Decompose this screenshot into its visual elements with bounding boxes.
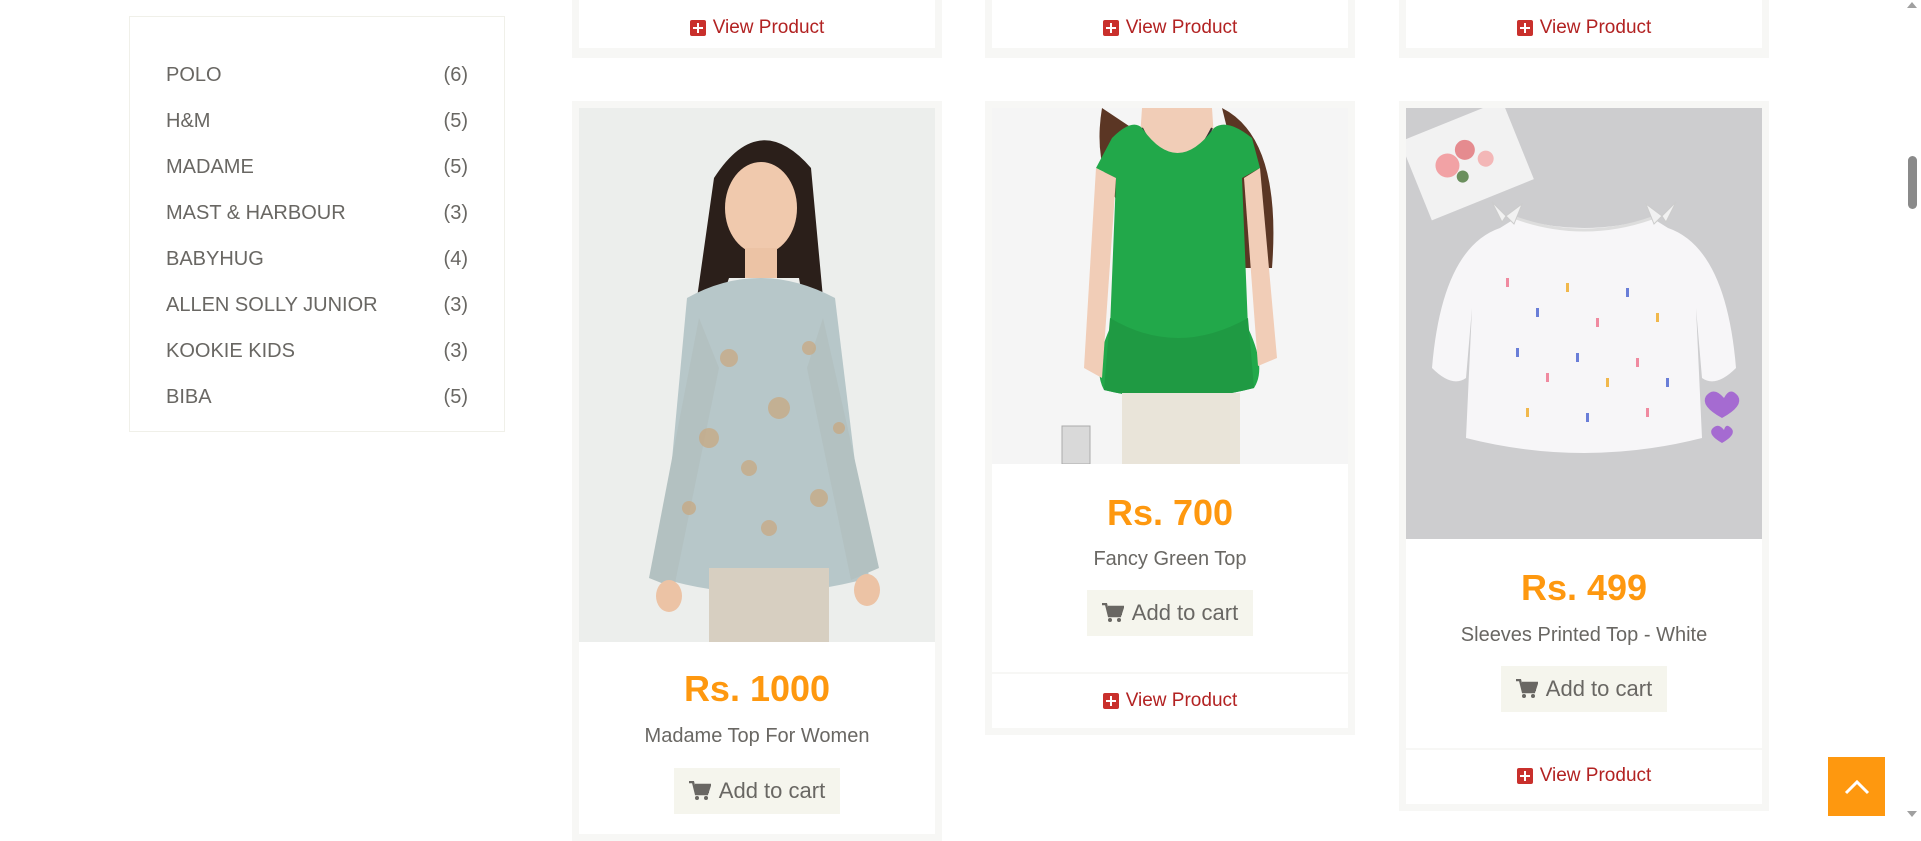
brand-name: BABYHUG: [166, 247, 264, 270]
brand-item-babyhug[interactable]: BABYHUG (4): [166, 245, 468, 273]
brands-panel: POLO (6) H&M (5) MADAME (5) MAST & HARBO…: [129, 16, 505, 432]
add-to-cart-button[interactable]: Add to cart: [1501, 666, 1667, 712]
product-price: Rs. 499: [1520, 567, 1648, 608]
view-product-label: View Product: [1539, 17, 1652, 38]
printed-top-photo: [1406, 108, 1762, 539]
product-card-previous: View Product: [572, 0, 942, 58]
brand-item-mast-harbour[interactable]: MAST & HARBOUR (3): [166, 199, 468, 227]
product-image[interactable]: [1406, 108, 1762, 539]
green-top-photo: [992, 108, 1348, 464]
plus-square-icon: [689, 20, 706, 36]
view-product-label: View Product: [1125, 17, 1238, 38]
page-scrollbar[interactable]: [1904, 0, 1921, 821]
view-product-link[interactable]: View Product: [1406, 17, 1762, 39]
card-divider: [1406, 748, 1762, 750]
product-image[interactable]: [992, 108, 1348, 464]
scroll-up-arrow-icon[interactable]: [1907, 2, 1917, 8]
view-product-link[interactable]: View Product: [579, 17, 935, 39]
view-product-label: View Product: [1125, 690, 1238, 711]
brand-item-allen-solly-junior[interactable]: ALLEN SOLLY JUNIOR (3): [166, 291, 468, 319]
add-to-cart-label: Add to cart: [1545, 676, 1653, 701]
product-card-previous: View Product: [1399, 0, 1769, 58]
shopping-cart-icon: [1515, 679, 1538, 698]
plus-square-icon: [1516, 768, 1533, 784]
card-divider: [992, 672, 1348, 674]
brand-count: (3): [443, 201, 468, 224]
view-product-link[interactable]: View Product: [992, 690, 1348, 712]
plus-square-icon: [1516, 20, 1533, 36]
product-card: Rs. 499 Sleeves Printed Top - White Add …: [1399, 101, 1769, 811]
shopping-cart-icon: [1101, 603, 1124, 622]
product-price: Rs. 1000: [683, 668, 831, 709]
brand-count: (3): [443, 293, 468, 316]
brand-name: POLO: [166, 63, 222, 86]
product-name: Fancy Green Top: [1093, 548, 1247, 570]
add-to-cart-button[interactable]: Add to cart: [1087, 590, 1253, 636]
brand-name: H&M: [166, 109, 211, 132]
product-image[interactable]: [579, 108, 935, 642]
brand-name: MAST & HARBOUR: [166, 201, 346, 224]
product-name: Sleeves Printed Top - White: [1460, 624, 1708, 646]
brand-count: (6): [443, 63, 468, 86]
brand-name: MADAME: [166, 155, 254, 178]
plus-square-icon: [1102, 693, 1119, 709]
scrollbar-thumb[interactable]: [1908, 156, 1917, 209]
view-product-link[interactable]: View Product: [992, 17, 1348, 39]
chevron-up-icon: [1844, 779, 1869, 794]
brand-item-biba[interactable]: BIBA (5): [166, 383, 468, 411]
view-product-label: View Product: [1539, 765, 1652, 786]
brand-item-kookie-kids[interactable]: KOOKIE KIDS (3): [166, 337, 468, 365]
plus-square-icon: [1102, 20, 1119, 36]
product-name: Madame Top For Women: [644, 725, 870, 747]
add-to-cart-button[interactable]: Add to cart: [674, 768, 840, 814]
brand-name: BIBA: [166, 385, 212, 408]
brand-item-madame[interactable]: MADAME (5): [166, 153, 468, 181]
add-to-cart-label: Add to cart: [718, 778, 826, 803]
brand-item-polo[interactable]: POLO (6): [166, 61, 468, 89]
product-card: Rs. 1000 Madame Top For Women Add to car…: [572, 101, 942, 841]
brand-item-hm[interactable]: H&M (5): [166, 107, 468, 135]
scroll-to-top-button[interactable]: [1828, 757, 1885, 816]
shopping-cart-icon: [688, 781, 711, 800]
view-product-link[interactable]: View Product: [1406, 765, 1762, 787]
brand-count: (4): [443, 247, 468, 270]
view-product-label: View Product: [712, 17, 825, 38]
brand-count: (3): [443, 339, 468, 362]
brand-count: (5): [443, 109, 468, 132]
add-to-cart-label: Add to cart: [1131, 600, 1239, 625]
brand-name: ALLEN SOLLY JUNIOR: [166, 293, 378, 316]
brand-name: KOOKIE KIDS: [166, 339, 295, 362]
scroll-down-arrow-icon[interactable]: [1907, 811, 1917, 817]
product-card-previous: View Product: [985, 0, 1355, 58]
madame-top-photo: [579, 108, 935, 642]
product-card: Rs. 700 Fancy Green Top Add to cart View…: [985, 101, 1355, 735]
brand-count: (5): [443, 385, 468, 408]
product-price: Rs. 700: [1106, 492, 1234, 533]
brand-count: (5): [443, 155, 468, 178]
